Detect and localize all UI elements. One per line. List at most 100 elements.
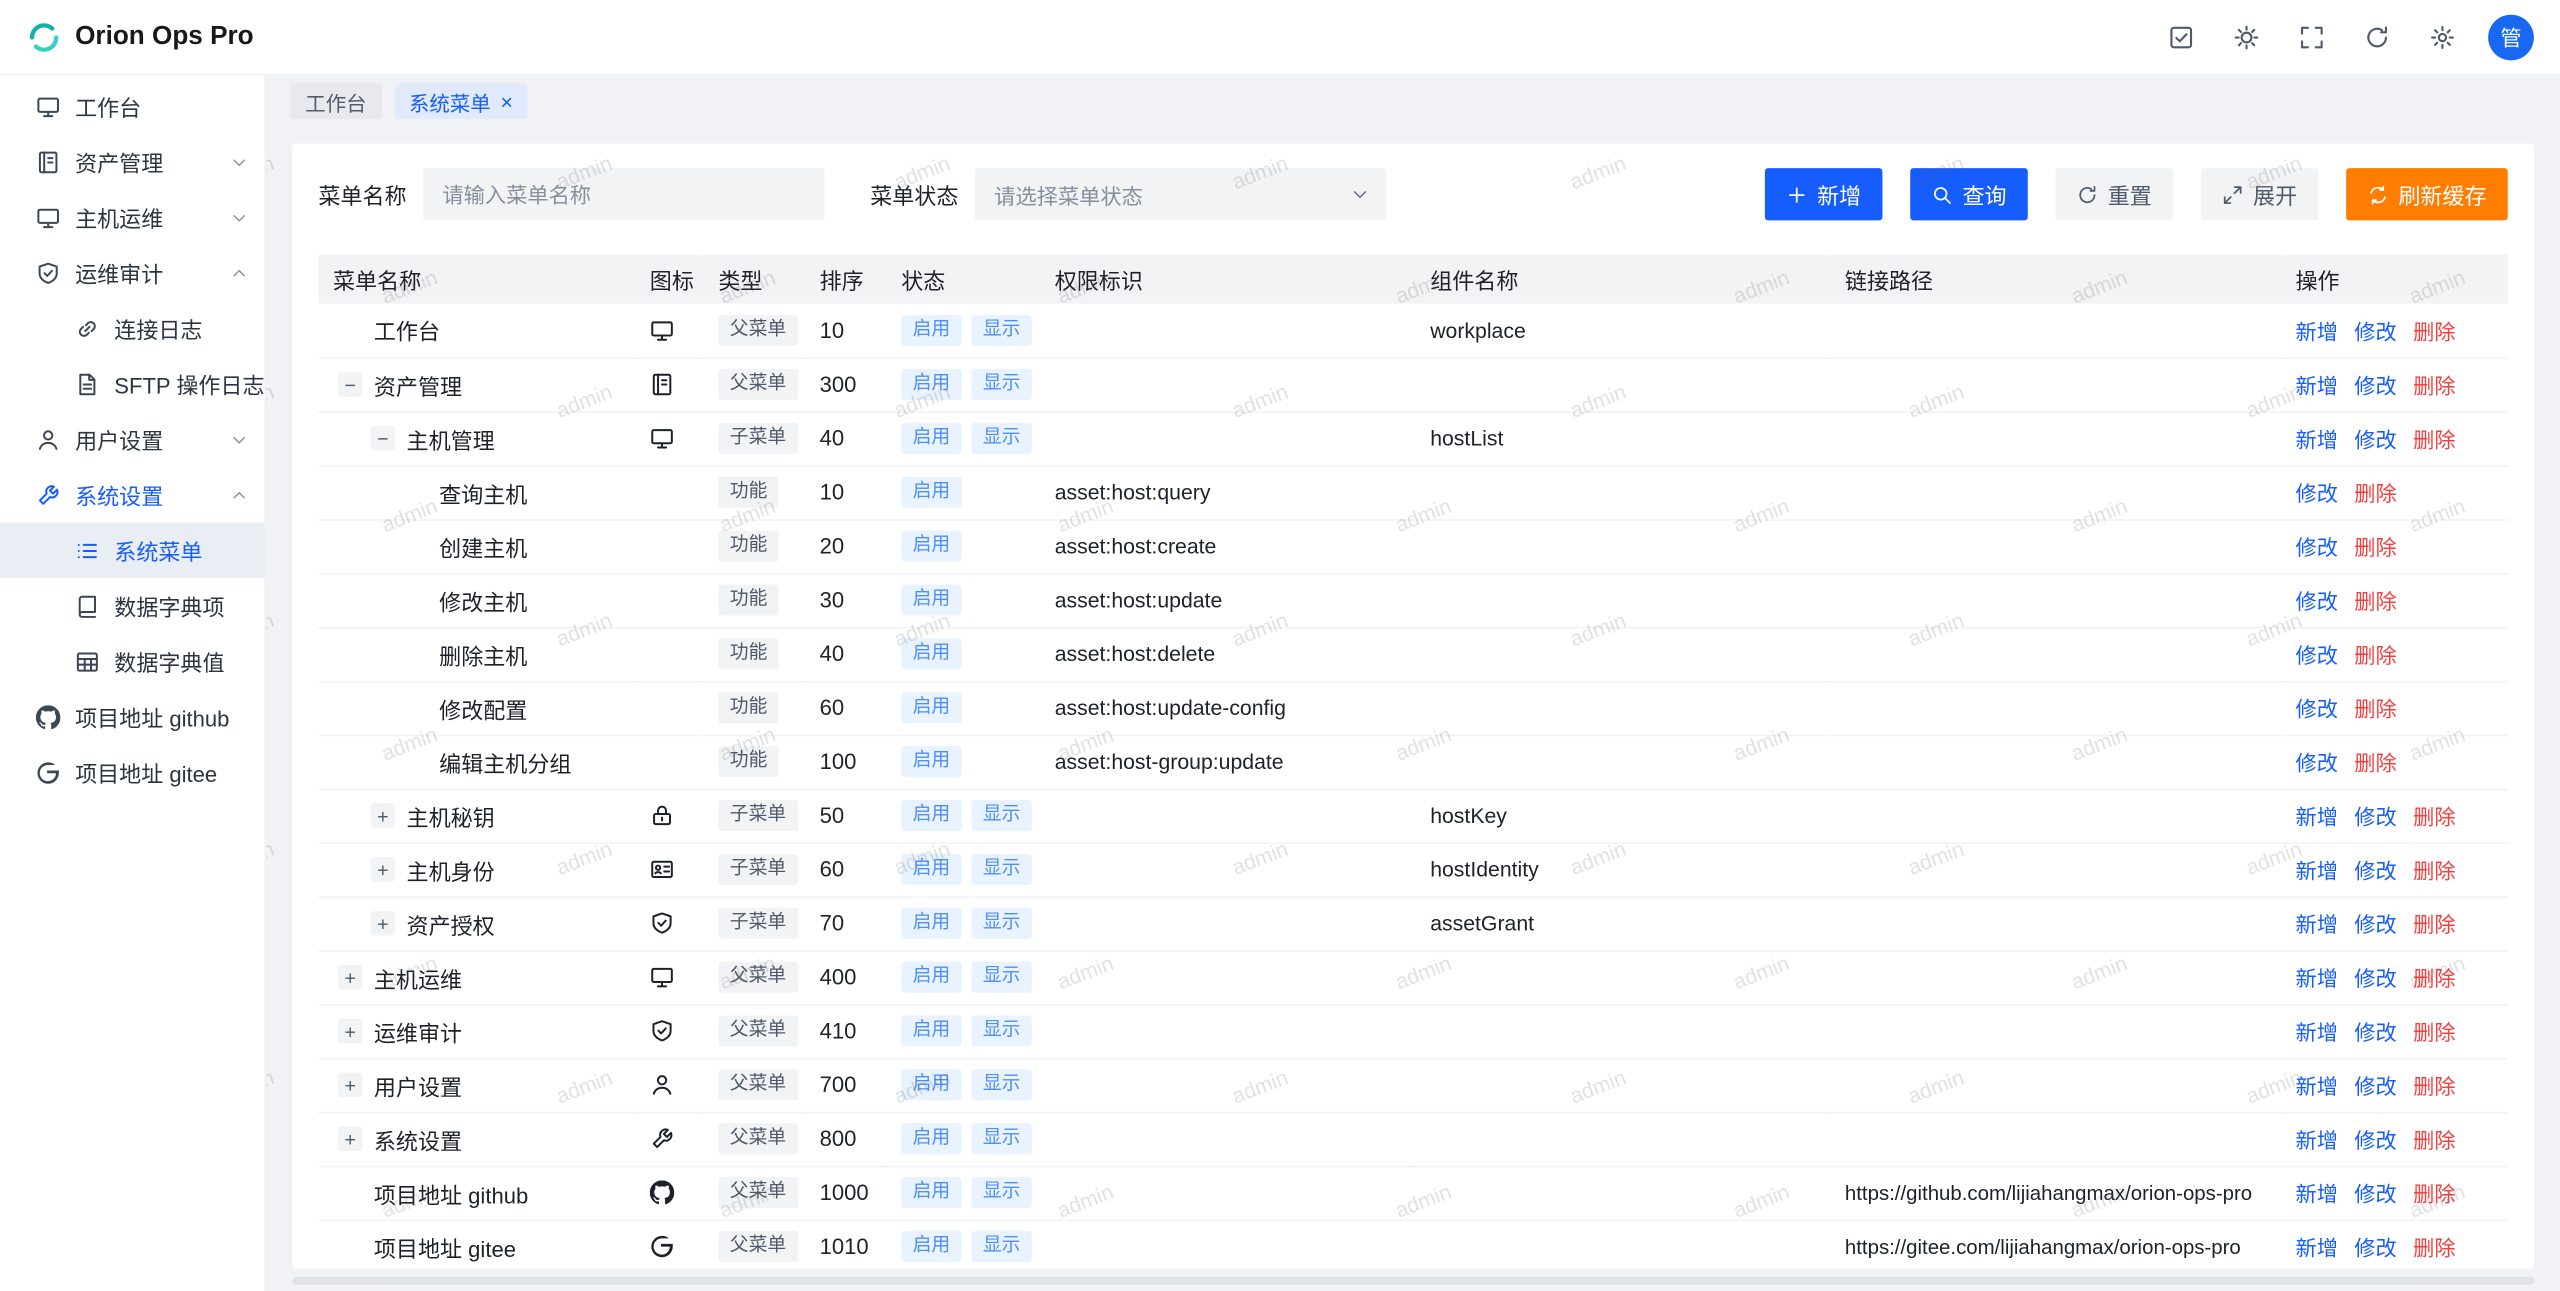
- sidebar-item-system-settings[interactable]: 系统设置: [0, 467, 264, 523]
- row-action-delete[interactable]: 删除: [2413, 913, 2455, 937]
- expand-row-toggle[interactable]: +: [371, 857, 395, 881]
- sidebar-item-project-github[interactable]: 项目地址 github: [0, 689, 264, 745]
- row-action-edit[interactable]: 修改: [2354, 320, 2396, 344]
- row-action-edit[interactable]: 修改: [2354, 374, 2396, 398]
- expand-row-toggle[interactable]: +: [338, 1127, 362, 1151]
- sidebar-item-workbench[interactable]: 工作台: [0, 78, 264, 134]
- sidebar-item-user-settings[interactable]: 用户设置: [0, 411, 264, 467]
- row-action-add[interactable]: 新增: [2296, 1182, 2338, 1206]
- row-action-edit[interactable]: 修改: [2354, 805, 2396, 829]
- menu-name-cell: 查询主机: [318, 465, 635, 519]
- collapse-row-toggle[interactable]: −: [371, 426, 395, 450]
- tab-close-icon[interactable]: ×: [500, 91, 512, 112]
- row-action-add[interactable]: 新增: [2296, 1074, 2338, 1098]
- row-action-delete[interactable]: 删除: [2354, 697, 2396, 721]
- menu-name-cell: 修改配置: [318, 681, 635, 735]
- table-row: +用户设置父菜单700启用显示新增修改删除: [318, 1058, 2507, 1112]
- menu-icon-cell: [635, 1058, 704, 1112]
- toolbar: 新增 查询 重置 展开: [1765, 168, 2508, 220]
- row-action-edit[interactable]: 修改: [2354, 859, 2396, 883]
- row-action-edit[interactable]: 修改: [2354, 428, 2396, 452]
- row-action-delete[interactable]: 删除: [2413, 428, 2455, 452]
- row-action-edit[interactable]: 修改: [2296, 697, 2338, 721]
- sidebar-item-ops-audit[interactable]: 运维审计: [0, 245, 264, 301]
- row-action-add[interactable]: 新增: [2296, 428, 2338, 452]
- expand-row-toggle[interactable]: +: [338, 1019, 362, 1043]
- row-action-add[interactable]: 新增: [2296, 320, 2338, 344]
- horizontal-scrollbar[interactable]: [292, 1277, 2534, 1285]
- tab-workbench[interactable]: 工作台: [291, 83, 382, 119]
- row-action-edit[interactable]: 修改: [2296, 536, 2338, 560]
- row-action-delete[interactable]: 删除: [2413, 374, 2455, 398]
- menu-icon-cell: [635, 519, 704, 573]
- tab-label: 工作台: [305, 86, 366, 117]
- sidebar-item-sftp-log[interactable]: SFTP 操作日志: [0, 356, 264, 412]
- row-action-delete[interactable]: 删除: [2413, 805, 2455, 829]
- sidebar-item-asset-management[interactable]: 资产管理: [0, 134, 264, 190]
- tab-system-menu[interactable]: 系统菜单×: [394, 83, 527, 119]
- theme-icon[interactable]: [2224, 14, 2270, 60]
- row-action-edit[interactable]: 修改: [2354, 967, 2396, 991]
- row-action-delete[interactable]: 删除: [2413, 859, 2455, 883]
- reset-button[interactable]: 重置: [2056, 168, 2174, 220]
- row-action-edit[interactable]: 修改: [2354, 1236, 2396, 1260]
- menu-name: 工作台: [374, 320, 440, 344]
- expand-row-toggle[interactable]: +: [371, 911, 395, 935]
- row-action-edit[interactable]: 修改: [2354, 913, 2396, 937]
- sidebar-item-host-ops[interactable]: 主机运维: [0, 189, 264, 245]
- row-action-edit[interactable]: 修改: [2354, 1128, 2396, 1152]
- row-action-edit[interactable]: 修改: [2354, 1020, 2396, 1044]
- expand-row-toggle[interactable]: +: [338, 965, 362, 989]
- row-action-delete[interactable]: 删除: [2354, 482, 2396, 506]
- avatar[interactable]: 管: [2488, 14, 2534, 60]
- row-action-add[interactable]: 新增: [2296, 913, 2338, 937]
- menu-name-cell: 创建主机: [318, 519, 635, 573]
- row-action-add[interactable]: 新增: [2296, 374, 2338, 398]
- row-action-delete[interactable]: 删除: [2413, 1236, 2455, 1260]
- reload-icon[interactable]: [2354, 14, 2400, 60]
- row-action-add[interactable]: 新增: [2296, 805, 2338, 829]
- row-action-edit[interactable]: 修改: [2296, 589, 2338, 613]
- sidebar-item-system-menu[interactable]: 系统菜单: [0, 522, 264, 578]
- menu-status-select[interactable]: 请选择菜单状态: [975, 168, 1386, 220]
- menu-icon-cell: [635, 411, 704, 465]
- select-mode-icon[interactable]: [2158, 14, 2204, 60]
- row-action-delete[interactable]: 删除: [2413, 967, 2455, 991]
- expand-button[interactable]: 展开: [2201, 168, 2319, 220]
- row-action-delete[interactable]: 删除: [2354, 589, 2396, 613]
- row-action-delete[interactable]: 删除: [2354, 643, 2396, 667]
- row-action-delete[interactable]: 删除: [2413, 1128, 2455, 1152]
- sidebar-item-dict-keys[interactable]: 数据字典项: [0, 578, 264, 634]
- fullscreen-icon[interactable]: [2289, 14, 2335, 60]
- row-action-add[interactable]: 新增: [2296, 1236, 2338, 1260]
- row-action-delete[interactable]: 删除: [2413, 320, 2455, 344]
- sidebar-item-dict-values[interactable]: 数据字典值: [0, 633, 264, 689]
- row-action-add[interactable]: 新增: [2296, 1020, 2338, 1044]
- status-visible-tag: 显示: [971, 908, 1031, 939]
- row-action-edit[interactable]: 修改: [2354, 1182, 2396, 1206]
- row-action-delete[interactable]: 删除: [2413, 1020, 2455, 1044]
- row-action-add[interactable]: 新增: [2296, 859, 2338, 883]
- expand-row-toggle[interactable]: +: [338, 1073, 362, 1097]
- row-action-delete[interactable]: 删除: [2413, 1182, 2455, 1206]
- row-action-edit[interactable]: 修改: [2296, 643, 2338, 667]
- row-action-edit[interactable]: 修改: [2354, 1074, 2396, 1098]
- expand-row-toggle[interactable]: +: [371, 803, 395, 827]
- row-action-delete[interactable]: 删除: [2413, 1074, 2455, 1098]
- sidebar-item-label: 连接日志: [114, 312, 202, 345]
- add-button[interactable]: 新增: [1765, 168, 1883, 220]
- permission-cell: [1040, 1004, 1416, 1058]
- sidebar-item-connect-log[interactable]: 连接日志: [0, 300, 264, 356]
- settings-icon[interactable]: [2420, 14, 2466, 60]
- collapse-row-toggle[interactable]: −: [338, 372, 362, 396]
- query-button[interactable]: 查询: [1910, 168, 2028, 220]
- row-action-edit[interactable]: 修改: [2296, 751, 2338, 775]
- row-action-delete[interactable]: 删除: [2354, 751, 2396, 775]
- sidebar-item-project-gitee[interactable]: 项目地址 gitee: [0, 744, 264, 800]
- menu-name-input[interactable]: [423, 168, 825, 220]
- refresh-cache-button[interactable]: 刷新缓存: [2346, 168, 2508, 220]
- row-action-add[interactable]: 新增: [2296, 1128, 2338, 1152]
- row-action-edit[interactable]: 修改: [2296, 482, 2338, 506]
- row-action-delete[interactable]: 删除: [2354, 536, 2396, 560]
- row-action-add[interactable]: 新增: [2296, 967, 2338, 991]
